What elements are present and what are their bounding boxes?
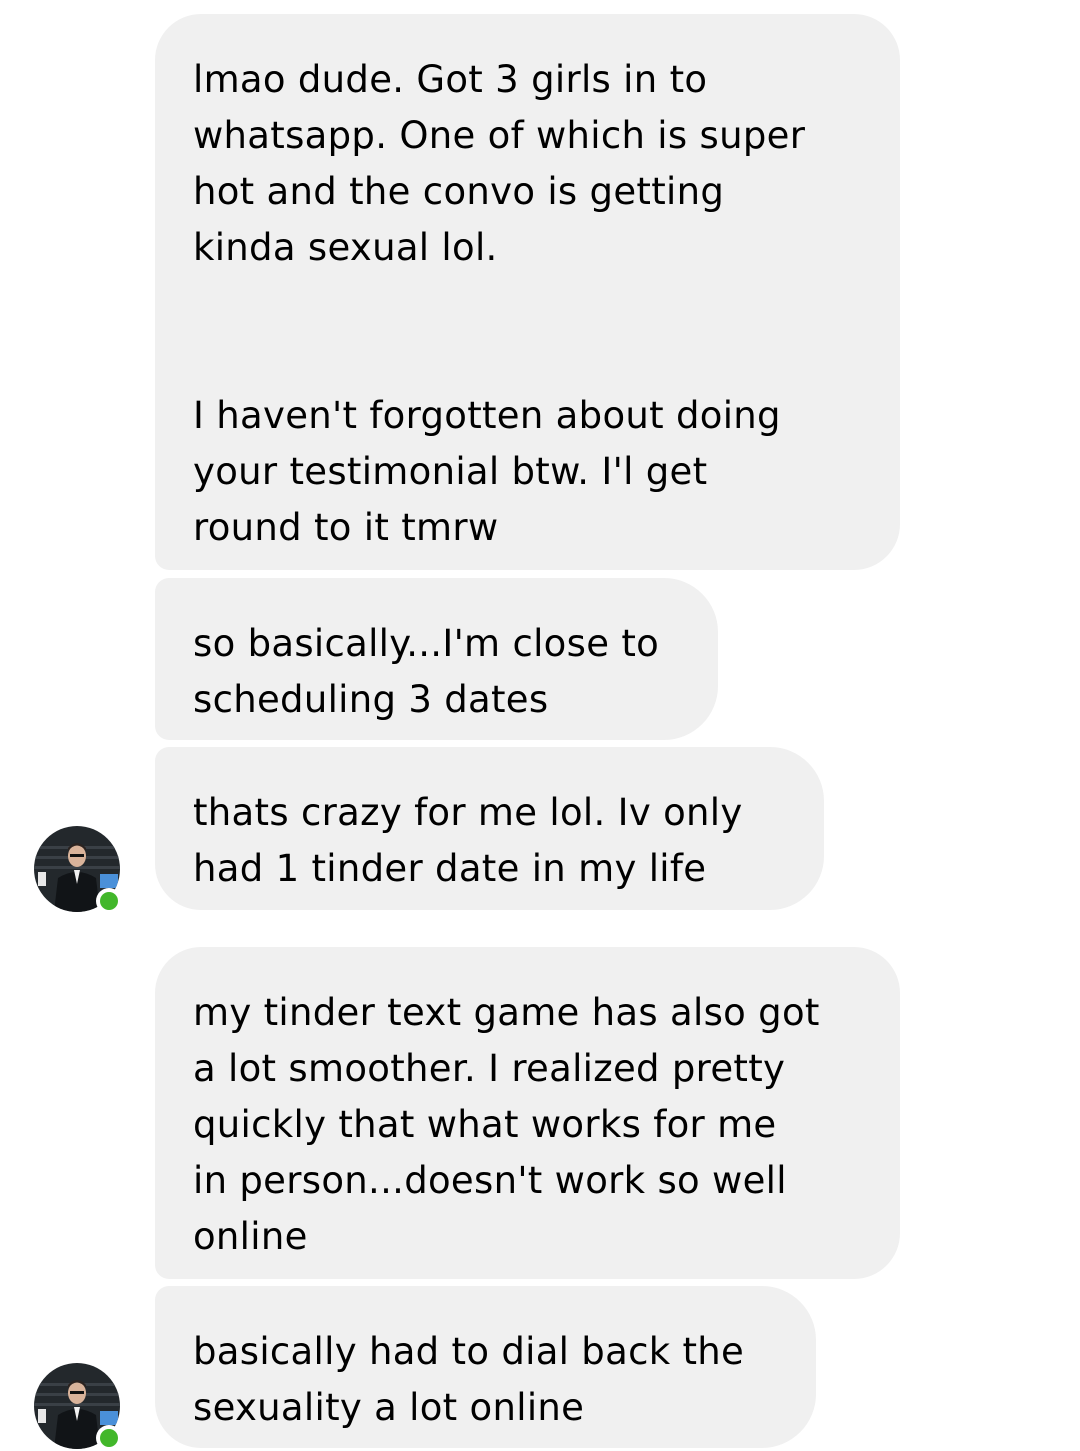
message-text-line: hot and the convo is getting	[193, 170, 725, 213]
online-status-icon	[96, 888, 122, 914]
message-text-line: in person...doesn't work so well	[193, 1159, 787, 1202]
paragraph-break	[193, 276, 870, 388]
message-text-line: lmao dude. Got 3 girls in to	[193, 58, 708, 101]
message-text-line: online	[193, 1215, 308, 1258]
message-bubble[interactable]: basically had to dial back the sexuality…	[155, 1286, 816, 1448]
message-text-line: your testimonial btw. I'l get	[193, 450, 708, 493]
message-text-line: quickly that what works for me	[193, 1103, 777, 1146]
message-text-line: sexuality a lot online	[193, 1386, 585, 1429]
message-text-line: round to it tmrw	[193, 506, 499, 549]
online-status-icon	[96, 1425, 122, 1451]
message-text-line: kinda sexual lol.	[193, 226, 498, 269]
message-bubble[interactable]: lmao dude. Got 3 girls in to whatsapp. O…	[155, 14, 900, 570]
message-text-line: had 1 tinder date in my life	[193, 847, 707, 890]
message-text-line: thats crazy for me lol. Iv only	[193, 791, 743, 834]
message-text-line: whatsapp. One of which is super	[193, 114, 806, 157]
message-bubble[interactable]: so basically...I'm close to scheduling 3…	[155, 578, 718, 740]
sender-avatar[interactable]	[34, 1363, 122, 1451]
message-text-line: so basically...I'm close to	[193, 622, 660, 665]
message-text-line: my tinder text game has also got	[193, 991, 820, 1034]
message-text-line: scheduling 3 dates	[193, 678, 549, 721]
message-text-line: basically had to dial back the	[193, 1330, 745, 1373]
sender-avatar[interactable]	[34, 826, 122, 914]
message-bubble[interactable]: thats crazy for me lol. Iv only had 1 ti…	[155, 747, 824, 910]
message-bubble[interactable]: my tinder text game has also got a lot s…	[155, 947, 900, 1279]
message-text-line: I haven't forgotten about doing	[193, 394, 781, 437]
message-text-line: a lot smoother. I realized pretty	[193, 1047, 786, 1090]
